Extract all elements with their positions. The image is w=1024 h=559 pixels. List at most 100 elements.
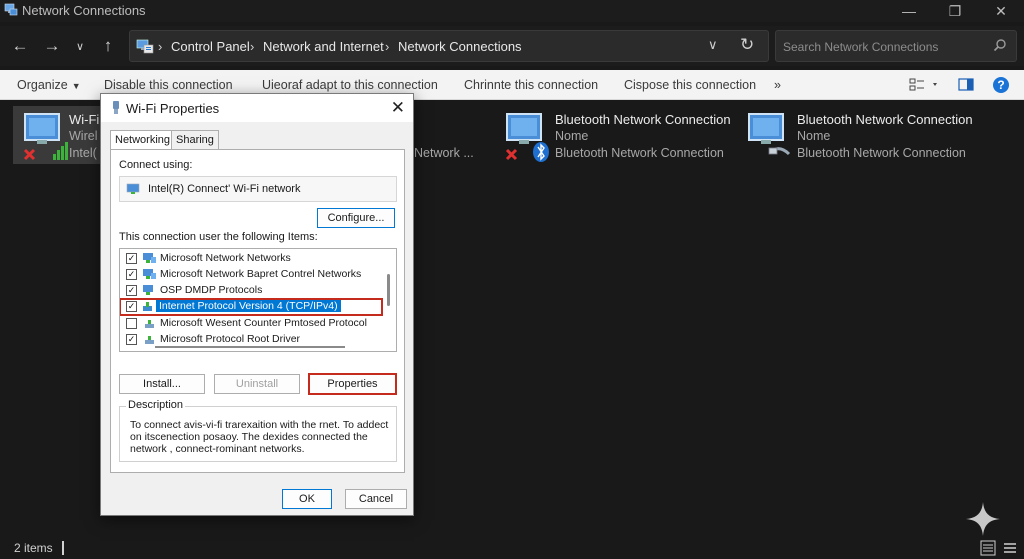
disable-connection-button[interactable]: Disable this connection: [104, 78, 233, 92]
breadcrumb-control-panel[interactable]: Control Panel: [171, 39, 250, 54]
adapter-field: Intel(R) Connect' Wi-Fi network: [119, 176, 397, 202]
protocol-icon: [145, 320, 154, 328]
tab-networking[interactable]: Networking: [110, 130, 176, 151]
wifi-adapter-icon: [23, 113, 68, 161]
control-panel-icon: [136, 39, 154, 54]
minimize-button[interactable]: —: [886, 0, 932, 22]
forward-button[interactable]: →: [40, 34, 64, 58]
items-label: This connection user the following Items…: [119, 231, 318, 243]
protocol-checkbox[interactable]: ✓: [126, 269, 137, 280]
status-divider: [62, 541, 64, 555]
protocol-list-item-selected[interactable]: ✓ Internet Protocol Version 4 (TCP/IPv4): [120, 298, 383, 316]
adapter-name: Intel(R) Connect' Wi-Fi network: [148, 183, 301, 195]
networking-pane: Connect using: Intel(R) Connect' Wi-Fi n…: [110, 149, 405, 473]
connection-device: Bluetooth Network Connection: [555, 146, 724, 160]
connection-item-bluetooth-1[interactable]: Bluetooth Network Connection Nome Blueto…: [495, 106, 735, 164]
diagnose-connection-button[interactable]: Uieoraf adapt to this connection: [262, 78, 438, 92]
protocol-icon: [143, 285, 153, 295]
dialog-close-icon[interactable]: ✕: [391, 98, 405, 118]
cancel-button[interactable]: Cancel: [345, 489, 407, 509]
svg-text:?: ?: [997, 78, 1004, 92]
breadcrumb-network-connections[interactable]: Network Connections: [398, 39, 522, 54]
close-window-button[interactable]: ✕: [978, 0, 1024, 22]
network-connections-icon: [4, 3, 18, 16]
restore-icon: ❐: [948, 2, 962, 19]
more-commands-button[interactable]: »: [774, 78, 781, 92]
arrow-left-icon: ←: [11, 36, 29, 55]
protocol-label: Microsoft Network Networks: [160, 252, 291, 264]
connection-name: Wi-Fi: [69, 112, 100, 127]
protocol-list-item[interactable]: ✓ Microsoft Network Bapret Contrel Netwo…: [120, 267, 382, 283]
uninstall-button[interactable]: Uninstall: [214, 374, 300, 394]
protocol-checkbox[interactable]: [126, 318, 137, 329]
connection-status: Wirel: [69, 129, 98, 143]
network-client-icon: [143, 269, 156, 279]
ethernet-adapter-icon: [748, 113, 791, 156]
dialog-title: Wi-Fi Properties: [126, 101, 220, 116]
list-horizontal-scrollbar[interactable]: [121, 344, 383, 350]
connection-item-wifi[interactable]: Wi-Fi Wirel Intel(: [13, 106, 105, 164]
details-view-icon[interactable]: [980, 540, 996, 556]
network-client-icon: [143, 253, 156, 263]
recent-locations-button[interactable]: ∨: [68, 34, 92, 58]
status-connection-button[interactable]: Cispose this connection: [624, 78, 756, 92]
obscured-item-device: Network ...: [414, 146, 474, 160]
protocol-list-item[interactable]: Microsoft Wesent Counter Pmtosed Protoco…: [120, 316, 382, 332]
search-placeholder: Search Network Connections: [783, 40, 939, 54]
up-button[interactable]: ↑: [96, 34, 120, 58]
search-box[interactable]: Search Network Connections: [775, 30, 1017, 62]
refresh-icon[interactable]: ↻: [740, 35, 754, 55]
restore-button[interactable]: ❐: [932, 0, 978, 22]
minimize-icon: —: [902, 3, 916, 19]
protocol-list-item[interactable]: ✓ OSP DMDP Protocols: [120, 283, 382, 299]
connection-item-bluetooth-2[interactable]: Bluetooth Network Connection Nome Blueto…: [737, 106, 977, 164]
connection-name: Bluetooth Network Connection: [797, 112, 973, 127]
network-adapter-icon: [126, 183, 140, 194]
protocol-icon: [143, 302, 152, 311]
organize-menu[interactable]: Organize ▼: [17, 78, 81, 92]
breadcrumb-network-and-internet[interactable]: Network and Internet: [263, 39, 384, 54]
dialog-title-bar: Wi-Fi Properties ✕: [101, 94, 413, 122]
connection-device: Bluetooth Network Connection: [797, 146, 966, 160]
install-button[interactable]: Install...: [119, 374, 205, 394]
properties-button[interactable]: Properties: [308, 373, 397, 395]
help-icon[interactable]: ?: [992, 76, 1010, 94]
rename-connection-button[interactable]: Chrinnte this connection: [464, 78, 598, 92]
tab-sharing[interactable]: Sharing: [171, 130, 219, 150]
wifi-properties-dialog: Wi-Fi Properties ✕ Networking Sharing Co…: [100, 93, 414, 516]
connection-device: Intel(: [69, 146, 97, 160]
list-vertical-scrollbar[interactable]: [383, 250, 395, 350]
connection-name: Bluetooth Network Connection: [555, 112, 731, 127]
arrow-right-icon: →: [43, 36, 61, 55]
scrollbar-thumb[interactable]: [387, 274, 390, 306]
description-text: To connect avis-vi-fi trarexaition with …: [130, 419, 389, 455]
large-icons-view-icon[interactable]: [1002, 540, 1018, 556]
connection-status: Nome: [797, 129, 831, 143]
protocol-checkbox[interactable]: ✓: [126, 253, 137, 264]
title-bar: Network Connections — ❐ ✕: [0, 0, 1024, 22]
configure-button[interactable]: Configure...: [317, 208, 395, 228]
protocol-label: Internet Protocol Version 4 (TCP/IPv4): [156, 300, 341, 312]
description-group: Description To connect avis-vi-fi trarex…: [119, 399, 397, 462]
ok-button[interactable]: OK: [282, 489, 332, 509]
wifi-properties-icon: [113, 101, 119, 114]
chevron-right-icon: ›: [250, 39, 255, 54]
address-bar[interactable]: › Control Panel › Network and Internet ›…: [129, 30, 769, 62]
protocol-list: ✓ Microsoft Network Networks ✓ Microsoft…: [119, 248, 397, 352]
chevron-right-icon: ›: [385, 39, 390, 54]
scrollbar-thumb[interactable]: [155, 346, 345, 348]
protocol-list-item[interactable]: ✓ Microsoft Network Networks: [120, 251, 382, 267]
protocol-checkbox[interactable]: ✓: [126, 301, 137, 312]
change-view-icon[interactable]: [909, 77, 939, 93]
protocol-checkbox[interactable]: ✓: [126, 285, 137, 296]
status-bar: 2 items: [0, 537, 1024, 559]
preview-pane-icon[interactable]: [958, 77, 974, 93]
close-icon: ✕: [995, 2, 1007, 19]
protocol-label: Microsoft Network Bapret Contrel Network…: [160, 268, 362, 280]
back-button[interactable]: ←: [8, 34, 32, 58]
address-dropdown-icon[interactable]: ∨: [708, 37, 718, 53]
connect-using-label: Connect using:: [119, 159, 193, 171]
protocol-label: Microsoft Wesent Counter Pmtosed Protoco…: [160, 317, 367, 329]
caret-down-icon: ▼: [71, 81, 81, 91]
chevron-right-icon: ›: [158, 39, 163, 54]
